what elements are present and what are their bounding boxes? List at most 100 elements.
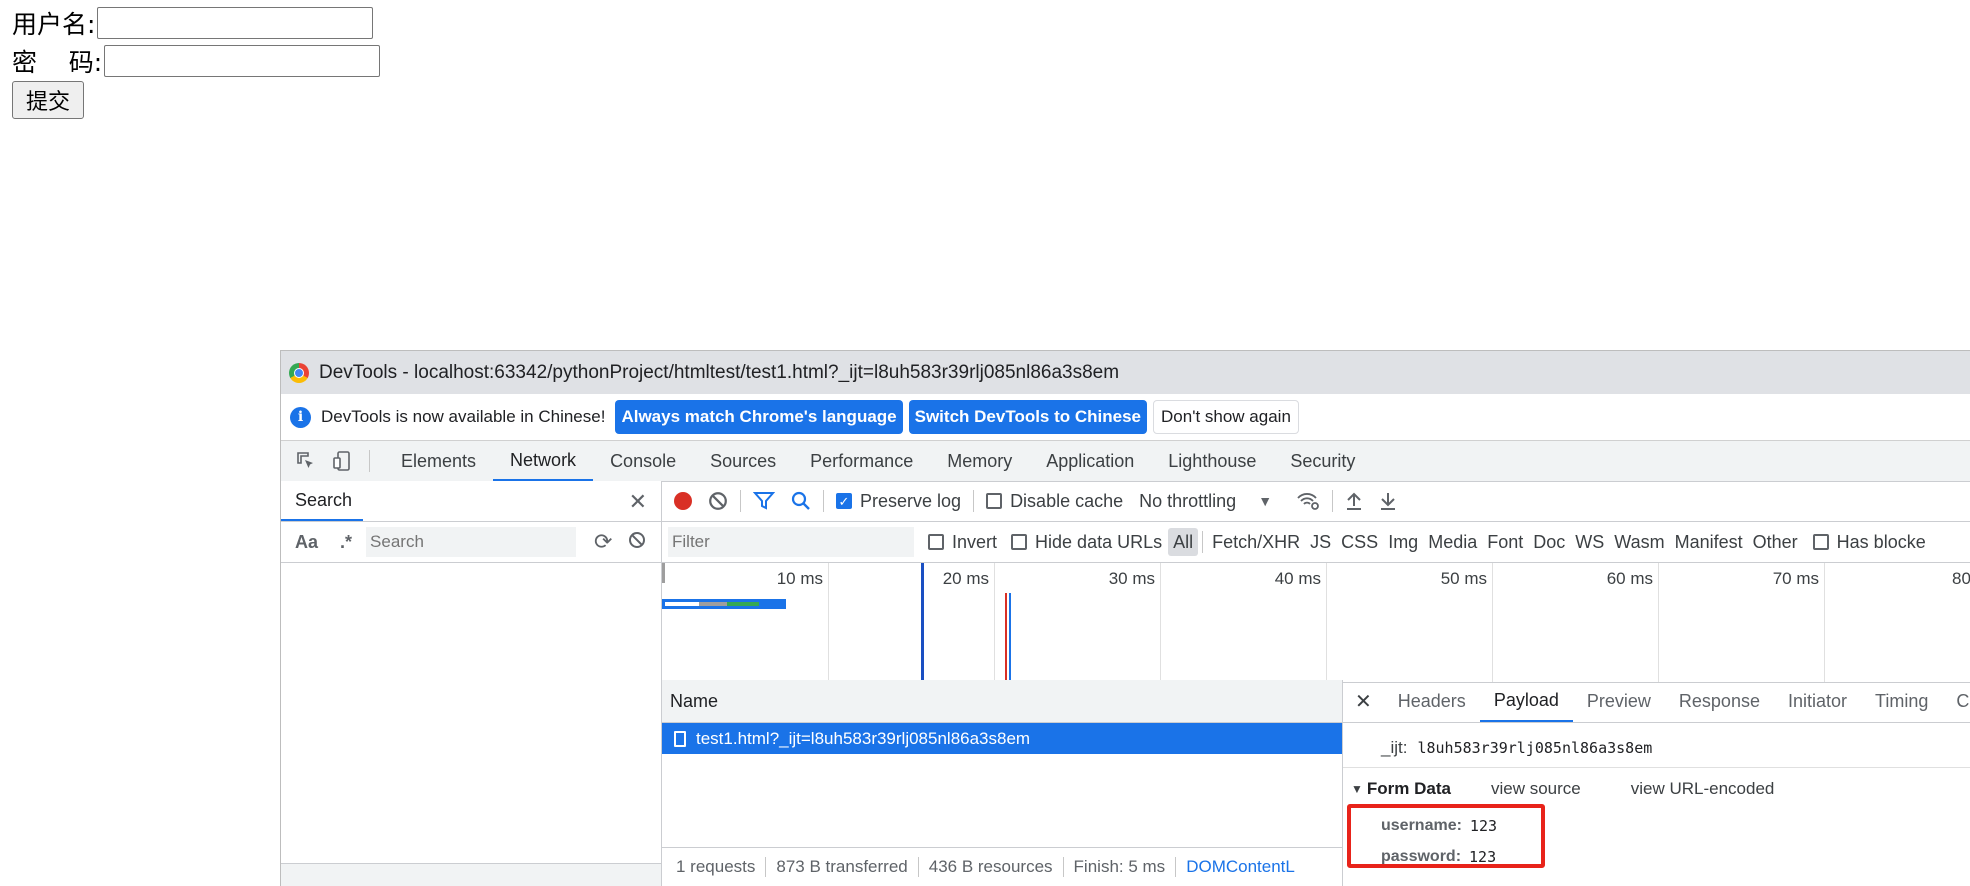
timeline-tick-label: 50 ms [1440,569,1487,588]
network-status-bar: 1 requests 873 B transferred 436 B resou… [662,847,1342,886]
tab-security[interactable]: Security [1273,441,1372,481]
record-icon[interactable] [674,492,692,510]
divider [1332,490,1334,512]
checkbox-icon [1812,534,1829,550]
regex-toggle[interactable]: .* [340,532,352,553]
timeline-tick: 10 ms [777,563,829,682]
invert-checkbox[interactable]: Invert [928,532,997,553]
filter-icon[interactable] [753,491,775,511]
triangle-down-icon[interactable]: ▼ [1351,782,1363,796]
type-filter-fetch-xhr[interactable]: Fetch/XHR [1207,528,1305,556]
type-filter-manifest[interactable]: Manifest [1670,528,1748,556]
tab-preview[interactable]: Preview [1573,680,1665,722]
language-infobar: i DevTools is now available in Chinese! … [281,394,1970,441]
tab-payload[interactable]: Payload [1479,680,1573,722]
devtools-tabbar: Elements Network Console Sources Perform… [281,441,1970,482]
timeline-tick-label: 40 ms [1274,569,1321,588]
clear-log-icon[interactable] [708,491,728,511]
switch-to-chinese-button[interactable]: Switch DevTools to Chinese [908,400,1148,434]
close-icon[interactable]: ✕ [1343,689,1384,714]
search-panel-statusbar [281,863,661,886]
divider [740,490,741,512]
devtools-titlebar[interactable]: DevTools - localhost:63342/pythonProject… [281,351,1970,394]
search-panel-tab[interactable]: Search [281,481,363,521]
type-filter-css[interactable]: CSS [1336,528,1383,556]
disable-cache-checkbox[interactable]: Disable cache [986,491,1123,512]
checkbox-icon [928,534,944,550]
network-conditions-icon[interactable] [1296,491,1320,511]
request-row[interactable]: test1.html?_ijt=l8uh583r39rlj085nl86a3s8… [662,723,1342,754]
username-label: 用户名: [12,10,96,39]
search-toolbar: Aa .* ⟳ [281,522,661,563]
tab-timing[interactable]: Timing [1861,680,1942,722]
always-match-language-button[interactable]: Always match Chrome's language [615,400,903,434]
tab-response[interactable]: Response [1665,680,1774,722]
type-filter-doc[interactable]: Doc [1528,528,1570,556]
type-filter-img[interactable]: Img [1383,528,1423,556]
password-input[interactable] [104,45,381,77]
timeline-tick: 70 ms [1773,563,1825,682]
download-icon[interactable] [1379,491,1397,511]
tab-initiator[interactable]: Initiator [1774,680,1861,722]
clear-icon[interactable] [628,531,646,554]
tab-headers[interactable]: Headers [1384,680,1480,722]
timeline-tick-label: 80 r [1952,569,1970,588]
view-source-link[interactable]: view source [1491,779,1581,799]
tab-sources[interactable]: Sources [693,441,793,481]
type-filter-other[interactable]: Other [1748,528,1803,556]
timeline-tick-label: 10 ms [776,569,823,588]
status-transferred: 873 B transferred [766,857,919,877]
has-blocked-cookies-checkbox[interactable]: Has blocke [1812,532,1926,553]
timeline-tick-label: 70 ms [1772,569,1819,588]
network-timeline-overview[interactable]: 10 ms 20 ms 30 ms 40 ms 50 ms 60 ms 70 m… [662,563,1970,683]
hide-data-urls-label: Hide data URLs [1035,531,1163,552]
timeline-tick: 50 ms [1441,563,1493,682]
tab-performance[interactable]: Performance [793,441,930,481]
upload-icon[interactable] [1345,491,1363,511]
type-filter-all[interactable]: All [1168,528,1199,556]
type-filter-js[interactable]: JS [1305,528,1336,556]
submit-button[interactable]: 提交 [12,81,84,119]
filter-input[interactable] [668,527,914,557]
info-icon: i [290,406,311,428]
search-input[interactable] [366,527,577,557]
tab-cookies[interactable]: Co [1942,680,1970,722]
type-filter-media[interactable]: Media [1423,528,1482,556]
preserve-log-checkbox[interactable]: ✓ Preserve log [836,491,961,512]
tab-memory[interactable]: Memory [930,441,1029,481]
view-url-encoded-link[interactable]: view URL-encoded [1631,779,1775,799]
type-filter-font[interactable]: Font [1482,528,1528,556]
username-row: 用户名: [12,5,374,41]
form-data-title[interactable]: Form Data [1367,779,1451,799]
type-filter-ws[interactable]: WS [1570,528,1609,556]
type-filter-wasm[interactable]: Wasm [1609,528,1669,556]
close-icon[interactable]: ✕ [629,489,647,515]
refresh-icon[interactable]: ⟳ [594,529,612,555]
timeline-tick: 40 ms [1275,563,1327,682]
inspect-element-icon[interactable] [295,450,317,472]
divider [1202,531,1204,553]
query-param-value: l8uh583r39rlj085nl86a3s8em [1417,739,1653,757]
timeline-request-bar [662,599,786,609]
tab-application[interactable]: Application [1029,441,1151,481]
device-toolbar-icon[interactable] [331,450,353,472]
name-column-header[interactable]: Name [662,680,1342,723]
status-requests: 1 requests [662,857,767,877]
checkbox-icon [1011,534,1028,550]
tab-elements[interactable]: Elements [384,441,493,481]
search-icon[interactable] [791,491,811,511]
match-case-toggle[interactable]: Aa [295,532,318,553]
network-panel: ✓ Preserve log Disable cache No throttli… [662,481,1970,886]
tab-console[interactable]: Console [593,441,693,481]
tab-lighthouse[interactable]: Lighthouse [1151,441,1273,481]
dont-show-again-button[interactable]: Don't show again [1153,400,1299,434]
username-input[interactable] [97,7,374,39]
request-details-panel: ✕ Headers Payload Preview Response Initi… [1343,680,1970,886]
password-row: 密 码: [12,43,381,79]
tab-network[interactable]: Network [493,441,594,481]
toolbar-divider [369,450,370,472]
throttling-select[interactable]: No throttling ▼ [1139,491,1272,512]
hide-data-urls-checkbox[interactable]: Hide data URLs [1011,532,1162,553]
status-resources: 436 B resources [919,857,1064,877]
load-marker-blue [1009,593,1011,682]
